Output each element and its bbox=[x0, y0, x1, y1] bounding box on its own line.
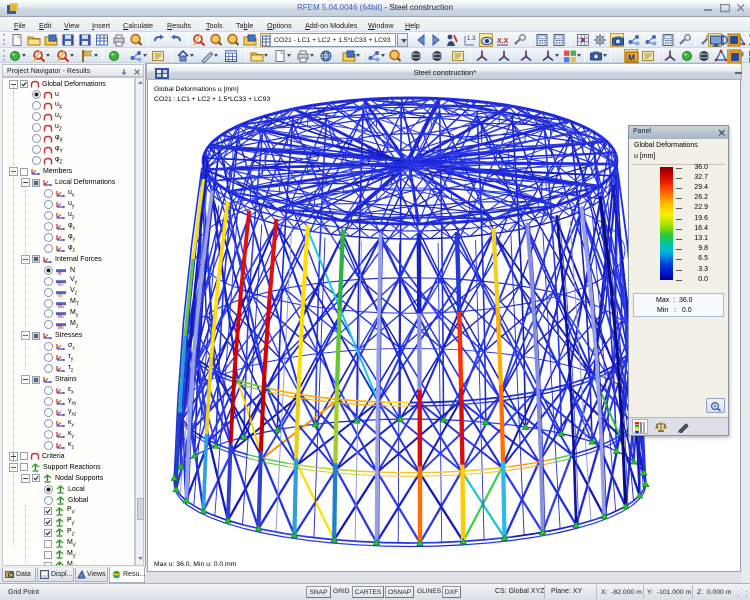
svg-text:Vₓ: Vₓ bbox=[58, 281, 64, 285]
svg-text:1.33: 1.33 bbox=[467, 36, 476, 42]
svg-text:Mₓ: Mₓ bbox=[58, 314, 65, 318]
svg-text:X.X: X.X bbox=[497, 38, 509, 45]
svg-text:Mₐ: Mₐ bbox=[58, 303, 66, 307]
svg-text:M: M bbox=[628, 52, 635, 62]
svg-text:N: N bbox=[58, 270, 62, 274]
svg-text:Vₓ: Vₓ bbox=[58, 292, 64, 296]
svg-text:Mₓ: Mₓ bbox=[58, 325, 65, 329]
